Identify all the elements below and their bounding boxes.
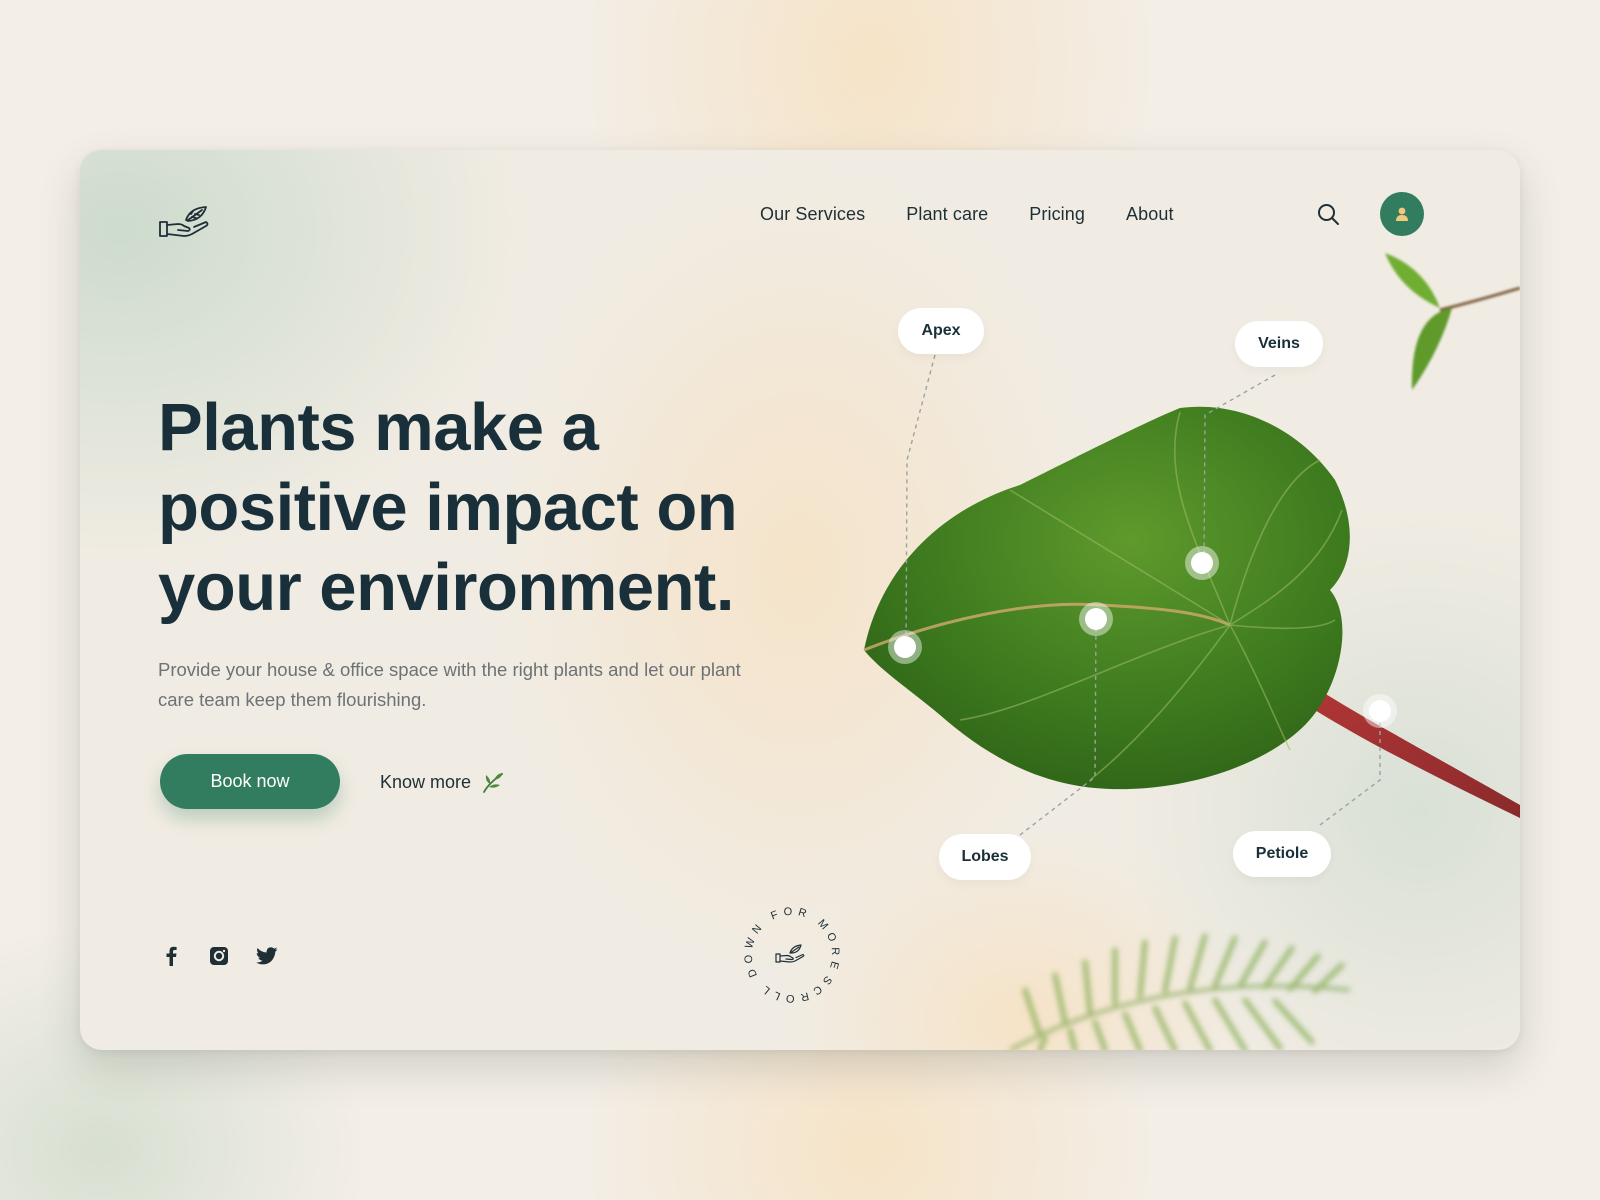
user-avatar-button[interactable]: [1380, 192, 1424, 236]
label-connectors: [905, 354, 1381, 836]
instagram-icon[interactable]: [206, 943, 232, 969]
petiole-point[interactable]: [1363, 694, 1397, 728]
know-more-label: Know more: [380, 771, 472, 792]
scroll-badge-text: SCROLL DOWN FOR MORE: [740, 903, 844, 1007]
know-more-link[interactable]: Know more: [380, 765, 505, 799]
nav-our-services[interactable]: Our Services: [760, 204, 865, 225]
search-icon[interactable]: [1316, 202, 1340, 226]
fern-decoration: [1009, 933, 1351, 1050]
veins-point[interactable]: [1185, 546, 1219, 580]
leaf-sprig-icon: [483, 773, 504, 793]
sprig-decoration: [1385, 253, 1520, 390]
headline-line-3: your environment.: [158, 550, 734, 625]
hero-headline: Plants make a positive impact on your en…: [158, 388, 818, 628]
nav-about[interactable]: About: [1126, 204, 1174, 225]
twitter-icon[interactable]: [254, 943, 280, 969]
lobes-point[interactable]: [1079, 602, 1113, 636]
nav-pricing[interactable]: Pricing: [1029, 204, 1085, 225]
book-now-button[interactable]: Book now: [160, 754, 340, 809]
veins-label[interactable]: Veins: [1235, 321, 1323, 367]
lobes-label[interactable]: Lobes: [939, 834, 1031, 880]
hand-leaf-icon: [775, 944, 805, 963]
user-icon: [1396, 207, 1408, 221]
apex-point[interactable]: [888, 630, 922, 664]
apex-label[interactable]: Apex: [898, 308, 984, 354]
petiole-label[interactable]: Petiole: [1233, 831, 1331, 877]
headline-line-2: positive impact on: [158, 470, 738, 545]
headline-line-1: Plants make a: [158, 390, 599, 465]
leaf: [863, 406, 1520, 818]
hero-card: Apex Veins Lobes Petiole Our Services Pl…: [80, 150, 1520, 1050]
hand-leaf-logo-icon[interactable]: [158, 202, 212, 242]
social-links: [158, 943, 302, 969]
hero-subtitle: Provide your house & office space with t…: [158, 659, 741, 710]
main-nav: Our Services Plant care Pricing About: [760, 199, 1215, 229]
scroll-down-badge[interactable]: SCROLL DOWN FOR MORE: [740, 903, 844, 1007]
nav-plant-care[interactable]: Plant care: [906, 204, 988, 225]
svg-text:SCROLL DOWN FOR MORE: SCROLL DOWN FOR MORE: [740, 903, 844, 1007]
facebook-icon[interactable]: [158, 943, 184, 969]
